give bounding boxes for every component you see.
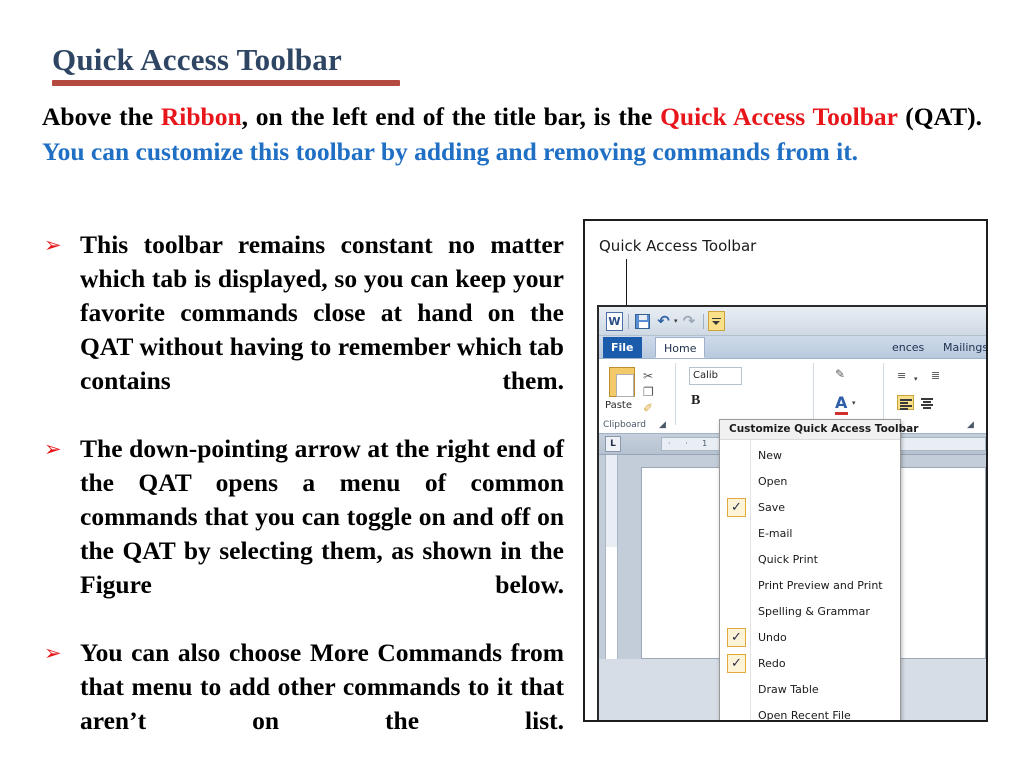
- menu-item-redo[interactable]: ✓ Redo: [720, 651, 900, 677]
- menu-item-draw-table[interactable]: Draw Table: [720, 677, 900, 703]
- list-item-text: This toolbar remains constant no matter …: [80, 230, 564, 395]
- list-item: ➢ You can also choose More Commands from…: [42, 636, 564, 768]
- menu-item-open[interactable]: Open: [720, 469, 900, 495]
- save-icon[interactable]: [633, 312, 652, 331]
- list-item: ➢ This toolbar remains constant no matte…: [42, 228, 564, 432]
- menu-item-label: E-mail: [758, 527, 793, 540]
- copy-icon[interactable]: ❐: [643, 385, 654, 399]
- list-item-text: The down-pointing arrow at the right end…: [80, 434, 564, 599]
- word-window-mock: W ↶ ▾ ↷ File Home ences Mailings Paste ✂…: [597, 305, 986, 720]
- menu-item-label: Undo: [758, 631, 787, 644]
- paste-button-label[interactable]: Paste: [605, 400, 632, 411]
- intro-text-part2: , on the left end of the title bar, is t…: [241, 102, 661, 131]
- figure-screenshot: Quick Access Toolbar W ↶ ▾ ↷ File Home e…: [583, 219, 988, 722]
- intro-paragraph: Above the Ribbon, on the left end of the…: [42, 100, 982, 169]
- menu-item-undo[interactable]: ✓ Undo: [720, 625, 900, 651]
- font-name-box[interactable]: Calib: [689, 367, 742, 385]
- title-underline-rule: [52, 80, 400, 86]
- list-item: ➢ The down-pointing arrow at the right e…: [42, 432, 564, 636]
- paragraph-dialog-launcher-icon[interactable]: ◢: [967, 420, 974, 430]
- menu-item-label: Redo: [758, 657, 786, 670]
- page-title-block: Quick Access Toolbar: [52, 44, 672, 86]
- tab-file[interactable]: File: [603, 337, 642, 358]
- intro-blue-sentence: You can customize this toolbar by adding…: [42, 136, 859, 166]
- checked-checkbox-icon[interactable]: ✓: [727, 628, 746, 647]
- tab-home[interactable]: Home: [655, 337, 706, 358]
- slide-canvas: Quick Access Toolbar Above the Ribbon, o…: [0, 0, 1024, 768]
- menu-item-spelling-and-grammar[interactable]: Spelling & Grammar: [720, 599, 900, 625]
- menu-header: Customize Quick Access Toolbar: [720, 420, 918, 440]
- menu-item-print-preview-and-print[interactable]: Print Preview and Print: [720, 573, 900, 599]
- list-item-text: You can also choose More Commands from t…: [80, 638, 564, 735]
- toolbar-divider: [702, 313, 704, 329]
- menu-item-label: Print Preview and Print: [758, 579, 883, 592]
- figure-callout-label: Quick Access Toolbar: [599, 237, 757, 255]
- ribbon-tab-strip: File Home ences Mailings: [599, 336, 986, 359]
- paste-icon[interactable]: [609, 367, 635, 397]
- menu-item-label: Draw Table: [758, 683, 819, 696]
- redo-icon[interactable]: ↷: [680, 312, 699, 331]
- arrow-bullet-icon: ➢: [44, 233, 62, 257]
- arrow-bullet-icon: ➢: [44, 437, 62, 461]
- customize-qat-menu[interactable]: Customize Quick Access Toolbar New Open …: [719, 419, 918, 720]
- intro-qat-keyword: Quick Access Toolbar: [660, 102, 898, 131]
- bullet-list: ➢ This toolbar remains constant no matte…: [42, 228, 564, 768]
- undo-icon[interactable]: ↶: [654, 312, 673, 331]
- undo-dropdown-caret-icon[interactable]: ▾: [674, 317, 678, 325]
- tab-selector-button[interactable]: L: [605, 436, 621, 452]
- ribbon-group-label: Clipboard: [603, 420, 646, 430]
- numbered-list-icon[interactable]: ≣: [931, 369, 940, 382]
- word-app-icon[interactable]: W: [605, 311, 624, 331]
- menu-item-label: Spelling & Grammar: [758, 605, 870, 618]
- tab-references[interactable]: ences: [884, 337, 932, 358]
- format-painter-icon[interactable]: ✐: [643, 401, 653, 415]
- intro-text-part1: Above the: [42, 102, 161, 131]
- menu-item-email[interactable]: E-mail: [720, 521, 900, 547]
- checked-checkbox-icon[interactable]: ✓: [727, 498, 746, 517]
- change-case-icon[interactable]: ✎: [835, 367, 845, 381]
- menu-item-label: Open Recent File: [758, 709, 851, 720]
- intro-text-part3: (QAT).: [897, 102, 982, 131]
- align-center-button[interactable]: [919, 395, 936, 410]
- menu-item-label: Open: [758, 475, 788, 488]
- align-left-button[interactable]: [897, 395, 914, 410]
- menu-item-save[interactable]: ✓ Save: [720, 495, 900, 521]
- menu-item-open-recent-file[interactable]: Open Recent File: [720, 703, 900, 720]
- vertical-ruler: [605, 455, 618, 659]
- quick-access-toolbar-strip: W ↶ ▾ ↷: [599, 307, 986, 336]
- bold-button[interactable]: B: [691, 393, 700, 409]
- clipboard-dialog-launcher-icon[interactable]: ◢: [659, 420, 666, 430]
- cut-scissors-icon[interactable]: ✂: [643, 369, 653, 383]
- tab-mailings[interactable]: Mailings: [935, 337, 986, 358]
- menu-item-new[interactable]: New: [720, 443, 900, 469]
- menu-item-list: New Open ✓ Save E-mail Quick Print Print…: [720, 440, 900, 720]
- font-color-icon[interactable]: A: [835, 393, 849, 415]
- arrow-bullet-icon: ➢: [44, 641, 62, 665]
- menu-item-label: Quick Print: [758, 553, 818, 566]
- intro-ribbon-keyword: Ribbon: [160, 102, 242, 131]
- bulleted-list-caret-icon[interactable]: ▾: [914, 375, 918, 383]
- checked-checkbox-icon[interactable]: ✓: [727, 654, 746, 673]
- bulleted-list-icon[interactable]: ≡: [897, 369, 906, 382]
- quick-access-toolbar: W ↶ ▾ ↷: [605, 310, 725, 332]
- page-title: Quick Access Toolbar: [52, 42, 342, 77]
- customize-qat-dropdown-icon[interactable]: [707, 311, 725, 331]
- ribbon-group-clipboard: Paste ✂ ❐ ✐ Clipboard ◢: [599, 361, 675, 431]
- figure-callout-leader-line: [626, 259, 627, 308]
- toolbar-divider: [628, 313, 629, 329]
- font-color-caret-icon[interactable]: ▾: [852, 399, 856, 407]
- menu-item-label: New: [758, 449, 782, 462]
- menu-item-quick-print[interactable]: Quick Print: [720, 547, 900, 573]
- menu-item-label: Save: [758, 501, 786, 514]
